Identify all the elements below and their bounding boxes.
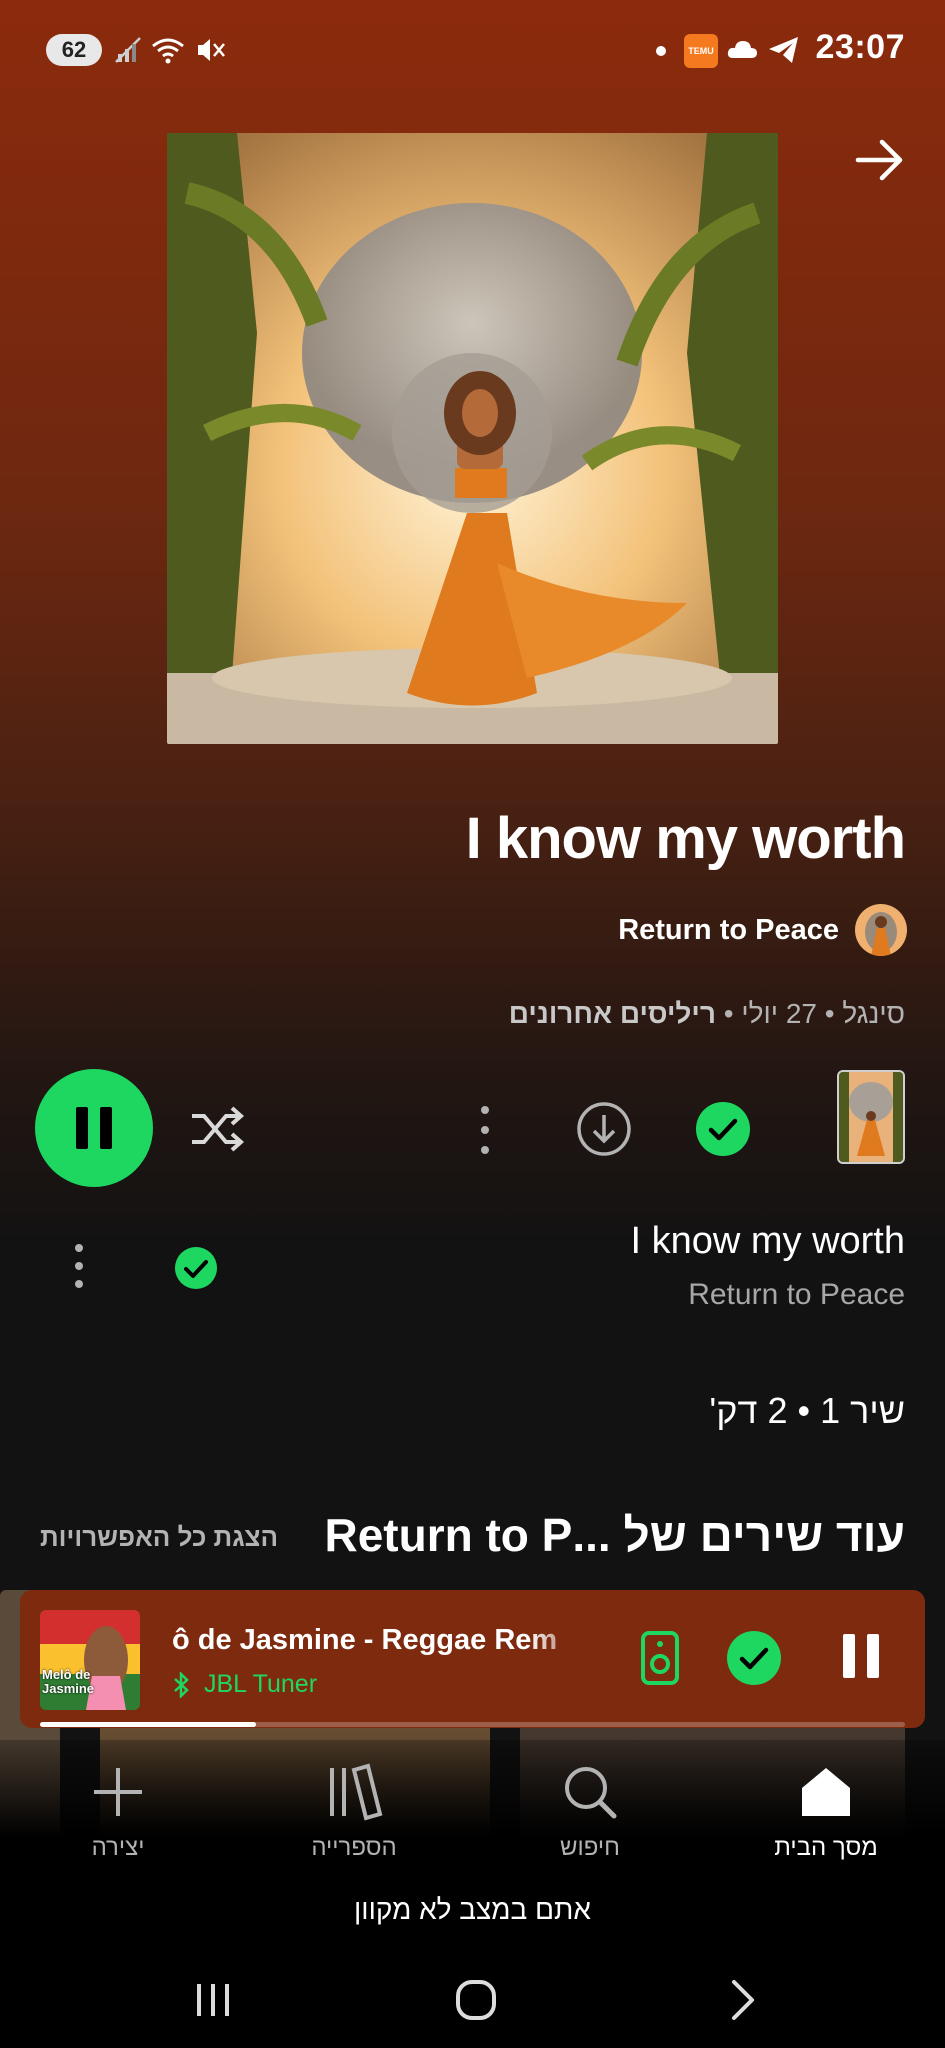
wifi-icon	[152, 38, 184, 64]
no-signal-icon	[115, 37, 141, 63]
mini-player-device[interactable]: JBL Tuner	[172, 1670, 317, 1699]
library-icon	[330, 1763, 383, 1821]
plus-icon	[94, 1768, 142, 1816]
pause-icon	[76, 1107, 88, 1149]
mini-player-art: Melô de Jasmine	[40, 1610, 140, 1710]
recent-apps-icon[interactable]	[183, 1970, 243, 2030]
track-summary: שיר 1 • 2 דק'	[709, 1390, 905, 1431]
artist-name[interactable]: Return to Peace	[618, 914, 839, 947]
mini-saved-icon[interactable]	[726, 1630, 782, 1686]
cover-thumbnail[interactable]	[837, 1070, 905, 1164]
nav-label-home: מסך הבית	[774, 1834, 878, 1861]
mini-pause-icon	[843, 1634, 855, 1678]
temu-notification-icon: TEMU	[684, 34, 718, 68]
show-all-link[interactable]: הצגת כל האפשרויות	[40, 1522, 278, 1553]
shuffle-icon[interactable]	[188, 1104, 246, 1154]
mute-icon	[198, 39, 225, 61]
device-name: JBL Tuner	[204, 1670, 318, 1698]
artist-avatar[interactable]	[855, 904, 907, 956]
artist-link[interactable]: Return to Peace	[618, 904, 907, 956]
nav-label-library: הספרייה	[311, 1834, 397, 1861]
pause-button[interactable]	[35, 1069, 153, 1187]
track-more-icon[interactable]	[64, 1240, 94, 1292]
nav-label-create: יצירה	[91, 1834, 145, 1861]
speaker-icon[interactable]	[640, 1630, 680, 1686]
bluetooth-icon	[174, 1671, 189, 1698]
more-options-icon[interactable]	[470, 1102, 500, 1158]
mini-art-text-top: Melô de	[42, 1667, 91, 1682]
next-arrow-icon[interactable]	[850, 130, 910, 190]
nav-home[interactable]: מסך הבית	[726, 1762, 926, 1862]
track-artist[interactable]: Return to Peace	[688, 1278, 905, 1312]
mini-art-text-bottom: Jasmine	[42, 1681, 95, 1696]
download-icon[interactable]	[575, 1100, 633, 1158]
telegram-icon	[769, 37, 798, 63]
mini-pause-button[interactable]	[836, 1634, 886, 1684]
more-songs-heading: עוד שירים של ...Return to P	[324, 1509, 905, 1561]
notification-dot	[656, 46, 666, 56]
home-button-icon[interactable]	[446, 1970, 506, 2030]
track-saved-icon[interactable]	[174, 1246, 218, 1290]
playback-progress-fill	[40, 1722, 257, 1727]
pause-icon-bar	[100, 1107, 112, 1149]
mini-art-text: Melô de Jasmine	[42, 1668, 94, 1696]
playback-progress[interactable]	[40, 1722, 905, 1727]
nav-create[interactable]: יצירה	[18, 1762, 218, 1862]
mini-player-title[interactable]: ô de Jasmine - Reggae Rem	[172, 1624, 592, 1657]
home-icon	[802, 1768, 850, 1816]
track-title[interactable]: I know my worth	[630, 1220, 905, 1263]
nav-search[interactable]: חיפוש	[490, 1762, 690, 1862]
mini-pause-icon-bar	[867, 1634, 879, 1678]
album-cover	[167, 133, 778, 744]
release-meta: סינגל • 27 יולי • ריליסים אחרונים	[508, 998, 905, 1029]
back-icon[interactable]	[712, 1970, 772, 2030]
system-nav-bar	[0, 1950, 945, 2048]
release-section[interactable]: ריליסים אחרונים	[509, 998, 716, 1029]
cloud-icon	[727, 41, 757, 58]
mini-player[interactable]: Melô de Jasmine ô de Jasmine - Reggae Re…	[20, 1590, 925, 1728]
bottom-nav: יצירה הספרייה חיפוש מסך הבית	[0, 1740, 945, 1870]
release-type: סינגל	[842, 998, 905, 1029]
release-date: 27 יולי	[741, 998, 817, 1029]
clock: 23:07	[815, 28, 905, 66]
battery-indicator: 62	[46, 34, 102, 66]
nav-library[interactable]: הספרייה	[254, 1762, 454, 1862]
song-title: I know my worth	[465, 806, 906, 871]
status-bar: 62 TEMU 23:07	[0, 0, 945, 100]
offline-message: אתם במצב לא מקוון	[354, 1894, 591, 1925]
offline-banner: אתם במצב לא מקוון	[0, 1870, 945, 1950]
nav-label-search: חיפוש	[560, 1834, 620, 1861]
saved-check-icon[interactable]	[695, 1101, 751, 1157]
search-icon	[565, 1767, 617, 1819]
